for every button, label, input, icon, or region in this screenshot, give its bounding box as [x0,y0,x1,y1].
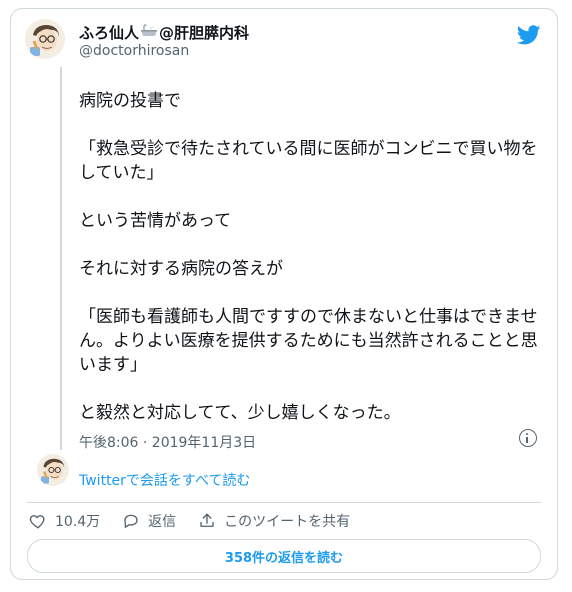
bathtub-icon [140,23,158,42]
thread-line [60,67,62,450]
tweet-timestamp[interactable]: 午後8:06 · 2019年11月3日 [79,432,256,452]
share-button[interactable]: このツイートを共有 [198,511,350,531]
tweet-paragraph: という苦情があって [79,211,232,231]
tweet-paragraph: それに対する病院の答えが [79,259,283,279]
tweet-paragraph: 「救急受診で待たされている間に医師がコンビニで買い物をしていた」 [79,139,538,183]
heart-icon [29,515,45,529]
action-bar: 10.4万 返信 このツイートを共有 [29,511,372,531]
share-label: このツイートを共有 [224,514,351,530]
tweet-paragraph: 病院の投書で [79,91,181,111]
share-icon [200,513,214,527]
like-count: 10.4万 [55,514,101,530]
name-suffix: @肝胆膵内科 [159,24,250,42]
divider [27,502,541,503]
read-replies-button[interactable]: 358件の返信を読む [27,539,541,573]
author-handle[interactable]: @doctorhirosan [79,43,189,59]
tweet-text: 病院の投書で 「救急受診で待たされている間に医師がコンビニで買い物をしていた」 … [79,89,539,449]
thread-avatar[interactable] [37,454,69,486]
like-button[interactable]: 10.4万 [29,511,100,531]
author-avatar[interactable] [25,19,65,59]
reply-label: 返信 [148,514,177,530]
info-icon[interactable] [519,429,537,447]
author-name[interactable]: ふろ仙人 @肝胆膵内科 [79,22,249,43]
twitter-bird-icon[interactable] [516,23,541,47]
read-conversation-link[interactable]: Twitterで会話をすべて読む [79,470,250,490]
tweet-paragraph: と毅然と対応してて、少し嬉しくなった。 [79,403,401,423]
tweet-paragraph: 「医師も看護師も人間ですすので休まないと仕事はできません。よりよい医療を提供する… [79,307,538,375]
tweet-card: ふろ仙人 @肝胆膵内科 @doctorhirosan 病院の投書で 「救急受診で… [10,8,558,580]
reply-bubble-icon [124,514,138,528]
display-name: ふろ仙人 [79,24,140,42]
reply-button[interactable]: 返信 [122,511,176,531]
